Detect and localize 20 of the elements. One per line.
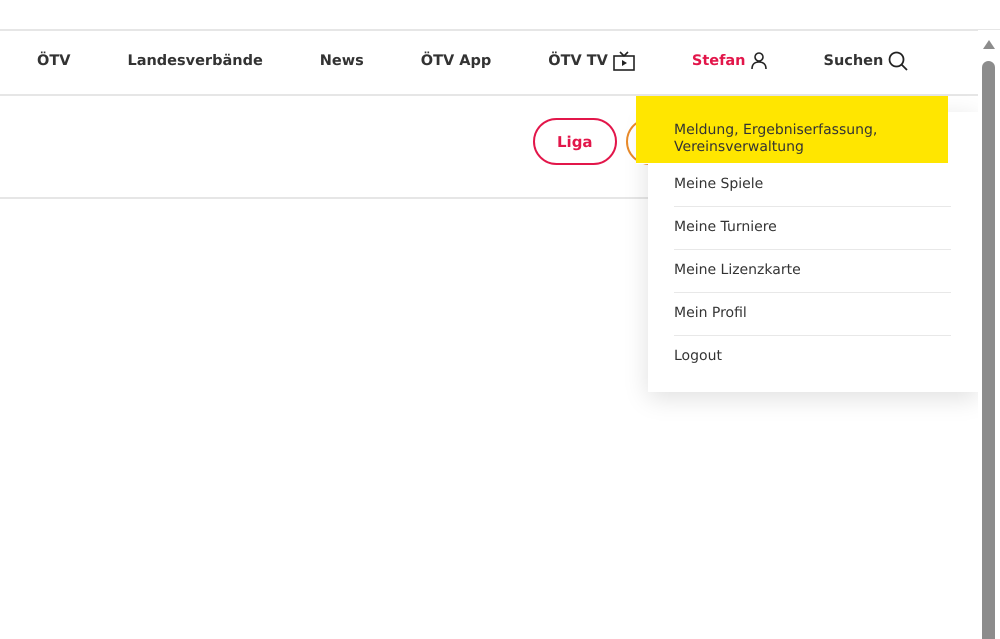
- menu-item[interactable]: Meine Lizenzkarte: [674, 250, 951, 293]
- menu-item[interactable]: Logout: [674, 336, 951, 378]
- nav-link[interactable]: News: [320, 53, 364, 72]
- nav-link[interactable]: ÖTV App: [420, 53, 492, 72]
- scroll-up-arrow-icon[interactable]: [983, 40, 995, 49]
- liga-button[interactable]: Liga: [533, 118, 617, 165]
- scrollbar-thumb[interactable]: [982, 61, 995, 639]
- nav-link[interactable]: ÖTV TV: [548, 51, 635, 74]
- nav-link[interactable]: Suchen: [824, 51, 908, 74]
- nav-link[interactable]: Landesverbände: [127, 53, 263, 72]
- scrollbar[interactable]: [978, 30, 1000, 639]
- menu-item[interactable]: Mein Profil: [674, 293, 951, 336]
- search-icon: [888, 51, 908, 71]
- menu-item[interactable]: Meine Spiele: [674, 164, 951, 207]
- nav-link[interactable]: Stefan: [692, 52, 766, 73]
- tv-icon: [612, 51, 635, 71]
- nav-link[interactable]: ÖTV: [37, 53, 70, 72]
- menu-item[interactable]: Meldung, Ergebniserfassung, Vereinsverwaltung: [636, 96, 948, 164]
- user-icon: [750, 52, 766, 70]
- menu-item[interactable]: Meine Turniere: [674, 207, 951, 250]
